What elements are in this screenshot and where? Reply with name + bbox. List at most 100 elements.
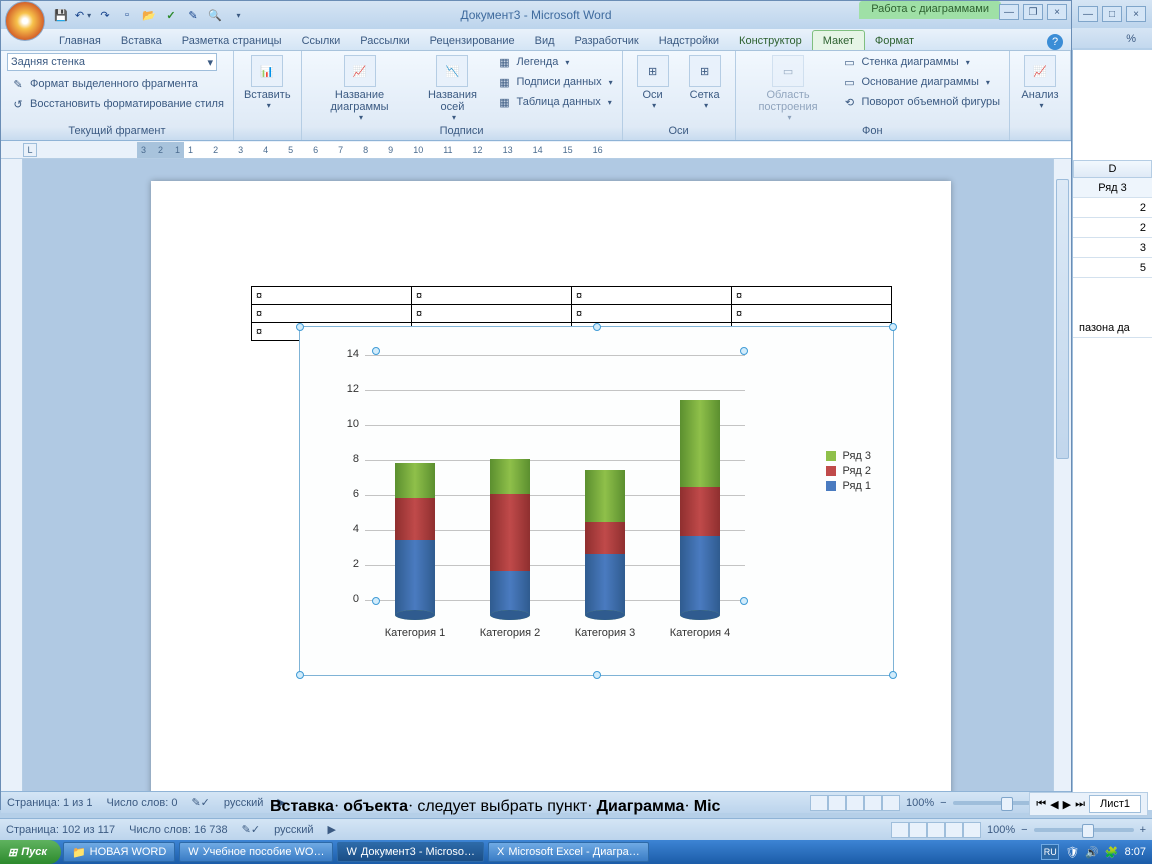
vertical-ruler[interactable] <box>1 159 23 791</box>
outer-min-button[interactable]: — <box>1078 6 1098 22</box>
taskbar-excel[interactable]: XMicrosoft Excel - Диагра… <box>488 842 649 862</box>
tab-developer[interactable]: Разработчик <box>565 31 649 50</box>
chart-floor-button[interactable]: ▭Основание диаграммы <box>838 73 1003 91</box>
tab-selector[interactable]: L <box>23 143 37 157</box>
chart-element-selector[interactable]: Задняя стенка▾ <box>7 53 217 71</box>
tab-addins[interactable]: Надстройки <box>649 31 729 50</box>
word-window: 💾 ↶ ↷ ▫ 📂 ✓ ✎ 🔍 Документ3 - Microsoft Wo… <box>0 0 1072 810</box>
restore-button[interactable]: ❐ <box>1023 4 1043 20</box>
outer-spellcheck-icon[interactable]: ✎✓ <box>242 823 260 836</box>
view-draft[interactable] <box>882 795 900 811</box>
format-selection-button[interactable]: ✎Формат выделенного фрагмента <box>7 75 201 93</box>
ribbon-tabs: Главная Вставка Разметка страницы Ссылки… <box>1 29 1071 51</box>
legend-button[interactable]: ▦Легенда <box>493 53 615 71</box>
axes-button[interactable]: ⊞Оси <box>629 53 677 112</box>
zoom-level[interactable]: 100% <box>906 797 934 809</box>
document-area[interactable]: ¤¤¤¤ ¤¤¤¤ ¤¤¤¤ 02468101214 Ряд 3 <box>23 159 1053 791</box>
plot-area-button[interactable]: ▭Область построения <box>742 53 835 124</box>
chart-title-button[interactable]: 📈Название диаграммы <box>308 53 412 124</box>
tab-page-layout[interactable]: Разметка страницы <box>172 31 292 50</box>
outer-word-count[interactable]: Число слов: 16 738 <box>129 824 227 836</box>
outer-view-3[interactable] <box>927 822 945 838</box>
language-indicator[interactable]: русский <box>224 797 263 809</box>
page-indicator[interactable]: Страница: 1 из 1 <box>7 797 93 809</box>
outer-close-button[interactable]: × <box>1126 6 1146 22</box>
view-print-layout[interactable] <box>810 795 828 811</box>
taskbar: ⊞Пуск 📁НОВАЯ WORD WУчебное пособие WO… W… <box>0 840 1152 864</box>
sheet-nav-prev[interactable]: ◀ <box>1050 798 1058 811</box>
outer-view-2[interactable] <box>909 822 927 838</box>
excel-icon: X <box>497 846 504 858</box>
tab-chart-design[interactable]: Конструктор <box>729 31 812 50</box>
outer-view-4[interactable] <box>945 822 963 838</box>
excel-cell[interactable]: 2 <box>1073 218 1152 238</box>
outer-status-bar: Страница: 102 из 117 Число слов: 16 738 … <box>0 818 1152 840</box>
spellcheck-status-icon[interactable]: ✎✓ <box>191 796 209 809</box>
tab-review[interactable]: Рецензирование <box>420 31 525 50</box>
taskbar-folder[interactable]: 📁НОВАЯ WORD <box>63 842 175 862</box>
data-labels-button[interactable]: ▦Подписи данных <box>493 73 615 91</box>
view-outline[interactable] <box>864 795 882 811</box>
word-icon: W <box>346 846 356 858</box>
chart-object[interactable]: 02468101214 Ряд 3Ряд 2Ряд 1 Категория 1К… <box>299 326 894 676</box>
analysis-button[interactable]: 📈Анализ <box>1016 53 1064 112</box>
outer-view-1[interactable] <box>891 822 909 838</box>
clock[interactable]: 8:07 <box>1125 846 1146 858</box>
taskbar-word-1[interactable]: WУчебное пособие WO… <box>179 842 333 862</box>
excel-series-header[interactable]: Ряд 3 <box>1073 178 1152 198</box>
group-current-selection: Текущий фрагмент <box>7 124 227 138</box>
insert-button[interactable]: 📊Вставить <box>240 53 295 112</box>
vertical-scrollbar[interactable] <box>1053 159 1071 791</box>
outer-zoom-out[interactable]: − <box>1021 824 1027 836</box>
minimize-button[interactable]: — <box>999 4 1019 20</box>
outer-ribbon-pct[interactable]: % <box>1116 30 1146 48</box>
view-web[interactable] <box>846 795 864 811</box>
tab-insert[interactable]: Вставка <box>111 31 172 50</box>
tab-home[interactable]: Главная <box>49 31 111 50</box>
view-fullscreen[interactable] <box>828 795 846 811</box>
tab-chart-layout[interactable]: Макет <box>812 30 865 50</box>
sheet-nav-last[interactable]: ⏭ <box>1075 798 1085 811</box>
reset-style-button[interactable]: ↺Восстановить форматирование стиля <box>7 95 227 113</box>
help-icon[interactable]: ? <box>1047 34 1063 50</box>
axis-titles-button[interactable]: 📉Названия осей <box>415 53 489 124</box>
3d-rotation-button[interactable]: ⟲Поворот объемной фигуры <box>838 93 1003 111</box>
chart-plot-area[interactable]: 02468101214 <box>365 355 745 615</box>
tab-chart-format[interactable]: Формат <box>865 31 924 50</box>
excel-cell[interactable]: 3 <box>1073 238 1152 258</box>
gridlines-button[interactable]: ⊞Сетка <box>681 53 729 112</box>
group-labels: Подписи <box>308 124 616 138</box>
zoom-out-button[interactable]: − <box>940 797 946 809</box>
tray-icon[interactable]: 🛡 <box>1065 846 1079 859</box>
sheet-nav-first[interactable]: ⏮ <box>1036 798 1046 811</box>
tray-icon[interactable]: 🔊 <box>1085 846 1099 859</box>
outer-max-button[interactable]: □ <box>1102 6 1122 22</box>
horizontal-ruler[interactable]: L 321 12345678910111213141516 <box>1 141 1071 159</box>
tab-references[interactable]: Ссылки <box>292 31 351 50</box>
language-bar[interactable]: RU <box>1041 844 1059 860</box>
sheet-tab[interactable]: Лист1 <box>1089 795 1141 813</box>
tab-view[interactable]: Вид <box>525 31 565 50</box>
chart-legend[interactable]: Ряд 3Ряд 2Ряд 1 <box>826 447 871 495</box>
outer-zoom-in[interactable]: + <box>1140 824 1146 836</box>
tab-mailings[interactable]: Рассылки <box>350 31 419 50</box>
chart-wall-button[interactable]: ▭Стенка диаграммы <box>838 53 1003 71</box>
data-table-button[interactable]: ▦Таблица данных <box>493 93 615 111</box>
excel-col-header[interactable]: D <box>1073 160 1152 178</box>
word-count[interactable]: Число слов: 0 <box>107 797 178 809</box>
outer-page-indicator[interactable]: Страница: 102 из 117 <box>6 824 115 836</box>
outer-zoom-slider[interactable] <box>1034 828 1134 832</box>
tray-icon[interactable]: 🧩 <box>1105 846 1119 859</box>
close-button[interactable]: × <box>1047 4 1067 20</box>
background-doc-text: Вставка· объекта· следует выбрать пункт·… <box>270 798 720 816</box>
excel-cell[interactable]: 5 <box>1073 258 1152 278</box>
outer-language[interactable]: русский <box>274 824 313 836</box>
excel-cell[interactable]: 2 <box>1073 198 1152 218</box>
sheet-nav-next[interactable]: ▶ <box>1063 798 1071 811</box>
taskbar-word-2[interactable]: WДокумент3 - Microso… <box>337 842 484 862</box>
outer-macro-icon[interactable]: ▶ <box>328 823 336 836</box>
outer-zoom-level[interactable]: 100% <box>987 824 1015 836</box>
office-button[interactable] <box>5 1 45 41</box>
start-button[interactable]: ⊞Пуск <box>0 840 61 864</box>
outer-view-5[interactable] <box>963 822 981 838</box>
